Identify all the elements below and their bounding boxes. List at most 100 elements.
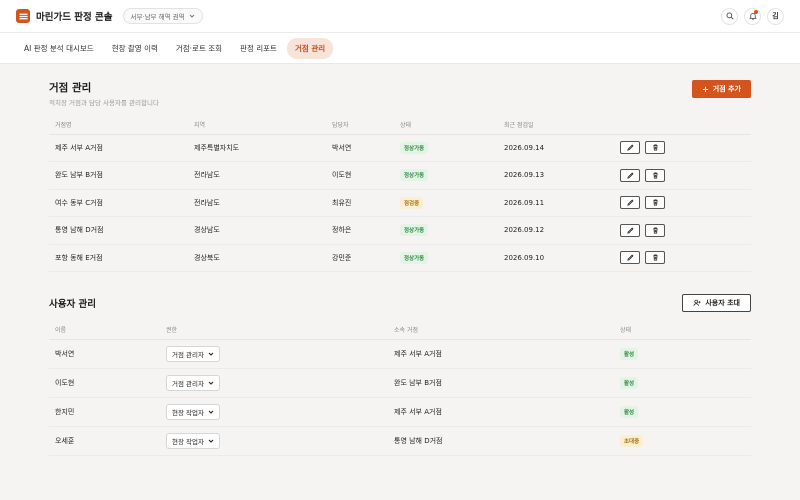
user-site: 완도 남부 B거점: [388, 368, 614, 398]
notification-dot: [754, 9, 758, 14]
table-row: 완도 남부 B거점 전라남도 이도현 정상가동 2026.09.13: [49, 161, 751, 190]
notification-button[interactable]: [744, 7, 761, 25]
tab-dashboard[interactable]: AI 판정 분석 대시보드: [16, 38, 102, 59]
status-badge: 정상가동: [400, 251, 429, 264]
pencil-icon: [626, 144, 634, 151]
user-name: 이도현: [49, 368, 160, 398]
status-badge: 정상가동: [400, 224, 429, 237]
table-row: 포항 동해 E거점 경상북도 강민준 정상가동 2026.09.10: [49, 244, 751, 272]
pencil-icon: [626, 199, 634, 206]
site-region: 경상남도: [188, 216, 326, 245]
status-badge: 정상가동: [400, 169, 429, 182]
pencil-icon: [626, 172, 634, 179]
col-region: 지역: [188, 116, 326, 135]
region-select[interactable]: 서부·남부 해역 권역: [122, 8, 203, 24]
role-value: 거점 관리자: [172, 379, 204, 388]
edit-button[interactable]: [620, 251, 640, 265]
col-manager: 담당자: [326, 116, 394, 135]
trash-icon: [653, 254, 658, 261]
table-row: 제주 서부 A거점 제주특별자치도 박서연 정상가동 2026.09.14: [49, 134, 751, 162]
edit-button[interactable]: [620, 196, 640, 210]
site-date: 2026.09.14: [498, 134, 614, 162]
user-site: 제주 서부 A거점: [388, 397, 614, 427]
site-region: 전라남도: [188, 161, 326, 190]
site-manager: 강민준: [326, 244, 394, 272]
site-name: 완도 남부 B거점: [49, 161, 188, 190]
user-plus-icon: [693, 299, 701, 306]
site-name: 제주 서부 A거점: [49, 134, 188, 162]
role-select[interactable]: 현장 작업자: [166, 432, 220, 449]
delete-button[interactable]: [645, 168, 666, 182]
site-name: 여수 동부 C거점: [49, 189, 188, 217]
delete-button[interactable]: [645, 251, 666, 265]
invite-user-label: 사용자 초대: [705, 299, 740, 307]
sites-table-header: 거점명 지역 담당자 상태 최근 점검일: [49, 116, 751, 135]
site-date: 2026.09.12: [498, 216, 614, 245]
role-select[interactable]: 거점 관리자: [166, 345, 220, 362]
col-role: 권한: [160, 321, 388, 340]
top-bar: 마린가드 판정 콘솔 서부·남부 해역 권역 김: [0, 0, 800, 33]
role-select[interactable]: 거점 관리자: [166, 374, 220, 391]
pencil-icon: [626, 254, 634, 261]
nav-bar: AI 판정 분석 대시보드 현장 촬영 이력 거점·로트 조회 판정 리포트 거…: [0, 33, 800, 64]
tab-reports[interactable]: 판정 리포트: [232, 38, 285, 59]
invite-user-button[interactable]: 사용자 초대: [682, 294, 751, 312]
user-site: 제주 서부 A거점: [388, 339, 614, 369]
site-manager: 정하은: [326, 216, 394, 245]
site-date: 2026.09.13: [498, 161, 614, 190]
table-row: 이도현 거점 관리자 완도 남부 B거점 활성: [49, 368, 751, 398]
col-user-status: 상태: [614, 321, 751, 340]
search-button[interactable]: [721, 7, 738, 25]
tab-site-lot-lookup[interactable]: 거점·로트 조회: [168, 38, 230, 59]
add-site-button[interactable]: 거점 추가: [691, 80, 751, 98]
delete-button[interactable]: [645, 223, 666, 237]
user-avatar[interactable]: 김: [767, 7, 784, 25]
sites-table: 거점명 지역 담당자 상태 최근 점검일 제주 서부 A거점 제주특별자치도 박…: [49, 116, 751, 272]
app-logo[interactable]: [16, 9, 30, 23]
sites-header: 거점 관리 적치장 거점과 담당 사용자를 관리합니다 거점 추가: [49, 80, 751, 107]
plus-icon: [702, 86, 708, 92]
users-title: 사용자 관리: [49, 299, 97, 310]
chevron-down-icon: [208, 410, 214, 414]
col-actions: [614, 116, 751, 135]
site-date: 2026.09.11: [498, 189, 614, 217]
table-row: 여수 동부 C거점 전라남도 최유진 점검중 2026.09.11: [49, 189, 751, 217]
tab-capture-history[interactable]: 현장 촬영 이력: [104, 38, 166, 59]
site-name: 포항 동해 E거점: [49, 244, 188, 272]
col-site-name: 거점명: [49, 116, 188, 135]
site-region: 경상북도: [188, 244, 326, 272]
table-row: 한지민 현장 작업자 제주 서부 A거점 활성: [49, 397, 751, 427]
trash-icon: [653, 199, 658, 206]
main-content: 거점 관리 적치장 거점과 담당 사용자를 관리합니다 거점 추가 거점명 지역…: [0, 64, 800, 456]
role-value: 거점 관리자: [172, 350, 204, 359]
user-name: 오세훈: [49, 426, 160, 456]
users-header: 사용자 관리 사용자 초대: [49, 294, 751, 312]
trash-icon: [653, 144, 658, 151]
edit-button[interactable]: [620, 223, 640, 237]
role-value: 현장 작업자: [172, 408, 204, 417]
add-site-label: 거점 추가: [712, 85, 741, 93]
delete-button[interactable]: [645, 196, 666, 210]
role-select[interactable]: 현장 작업자: [166, 403, 220, 420]
edit-button[interactable]: [620, 168, 640, 182]
tab-site-management[interactable]: 거점 관리: [286, 37, 334, 59]
status-badge: 활성: [620, 376, 639, 389]
chevron-down-icon: [189, 14, 194, 18]
status-badge: 활성: [620, 347, 639, 360]
status-badge: 초대중: [620, 434, 644, 447]
col-last-inspection: 최근 점검일: [498, 116, 614, 135]
status-badge: 점검중: [400, 196, 424, 209]
site-manager: 이도현: [326, 161, 394, 190]
site-manager: 박서연: [326, 134, 394, 162]
avatar-initial: 김: [772, 12, 779, 20]
user-name: 박서연: [49, 339, 160, 369]
region-label: 서부·남부 해역 권역: [130, 13, 185, 21]
user-site: 통영 남해 D거점: [388, 426, 614, 456]
page-subtitle: 적치장 거점과 담당 사용자를 관리합니다: [49, 99, 159, 107]
col-status: 상태: [394, 116, 498, 135]
user-name: 한지민: [49, 397, 160, 427]
edit-button[interactable]: [620, 141, 640, 155]
site-manager: 최유진: [326, 189, 394, 217]
site-date: 2026.09.10: [498, 244, 614, 272]
delete-button[interactable]: [645, 141, 666, 155]
